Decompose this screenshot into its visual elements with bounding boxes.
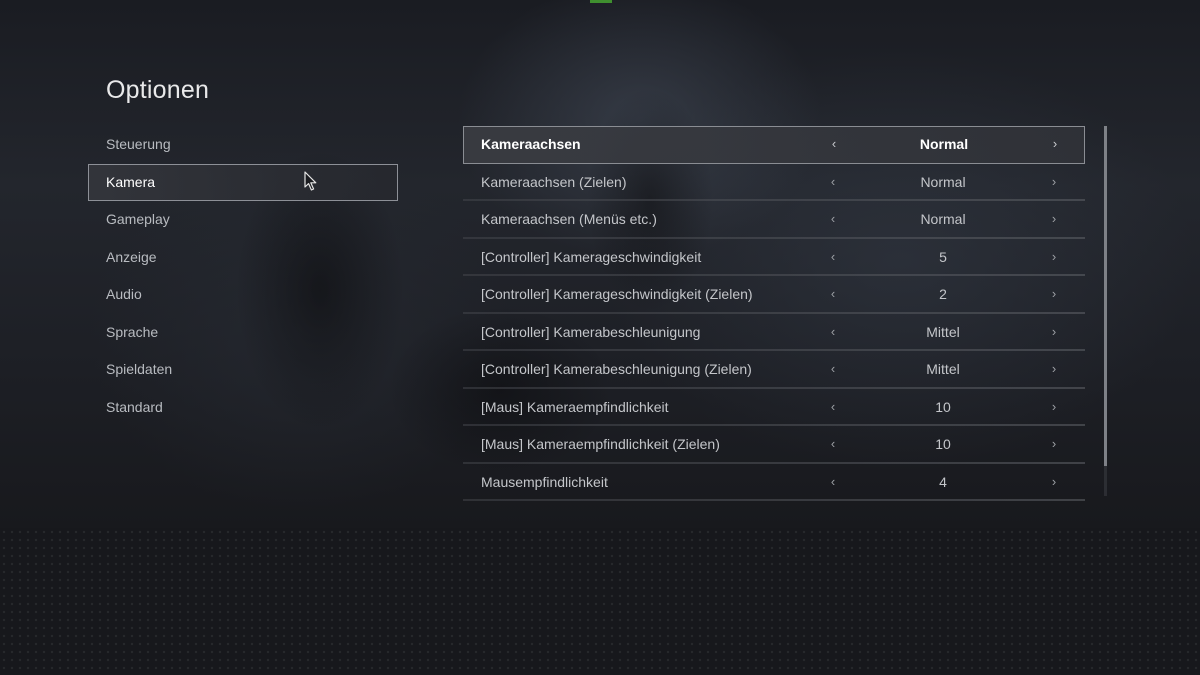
chevron-left-icon[interactable]: ‹ bbox=[825, 351, 841, 389]
setting-label: [Maus] Kameraempfindlichkeit (Zielen) bbox=[481, 436, 720, 452]
setting-label: Kameraachsen (Zielen) bbox=[481, 173, 627, 190]
setting-row-controller-kamerabeschleunigung-zielen[interactable]: [Controller] Kamerabeschleunigung (Ziele… bbox=[463, 351, 1085, 389]
chevron-right-icon[interactable]: › bbox=[1046, 164, 1062, 202]
chevron-right-icon[interactable]: › bbox=[1046, 314, 1062, 352]
menu-item-label: Steuerung bbox=[106, 136, 171, 152]
menu-item-spieldaten[interactable]: Spieldaten bbox=[88, 351, 398, 389]
menu-item-steuerung[interactable]: Steuerung bbox=[88, 126, 398, 164]
setting-label: [Controller] Kamerabeschleunigung bbox=[481, 323, 701, 340]
setting-row-kameraachsen-menues[interactable]: Kameraachsen (Menüs etc.) ‹ Normal › bbox=[463, 201, 1085, 239]
chevron-left-icon[interactable]: ‹ bbox=[825, 276, 841, 314]
menu-item-label: Spieldaten bbox=[106, 361, 173, 377]
setting-row-controller-kamerageschwindigkeit-zielen[interactable]: [Controller] Kamerageschwindigkeit (Ziel… bbox=[463, 276, 1085, 314]
chevron-right-icon[interactable]: › bbox=[1046, 426, 1062, 464]
mouse-pointer-icon bbox=[304, 171, 317, 191]
setting-label: Mausempfindlichkeit bbox=[481, 473, 608, 490]
camera-settings-list: Kameraachsen ‹ Normal › Kameraachsen (Zi… bbox=[463, 126, 1085, 501]
setting-value: Mittel bbox=[926, 323, 960, 340]
menu-item-anzeige[interactable]: Anzeige bbox=[88, 239, 398, 277]
setting-label: [Maus] Kameraempfindlichkeit bbox=[481, 398, 669, 415]
setting-value: 10 bbox=[935, 436, 951, 452]
setting-row-controller-kamerabeschleunigung[interactable]: [Controller] Kamerabeschleunigung ‹ Mitt… bbox=[463, 314, 1085, 352]
chevron-right-icon[interactable]: › bbox=[1046, 239, 1062, 277]
menu-item-gameplay[interactable]: Gameplay bbox=[88, 201, 398, 239]
menu-item-label: Standard bbox=[106, 398, 163, 415]
setting-value: Normal bbox=[919, 136, 969, 152]
setting-label: Kameraachsen (Menüs etc.) bbox=[481, 211, 657, 227]
options-category-menu: Steuerung Kamera Gameplay Anzeige Audio … bbox=[88, 126, 398, 426]
chevron-right-icon[interactable]: › bbox=[1047, 127, 1063, 163]
setting-row-mausempfindlichkeit[interactable]: Mausempfindlichkeit ‹ 4 › bbox=[463, 464, 1085, 502]
chevron-left-icon[interactable]: ‹ bbox=[825, 314, 841, 352]
dotted-floor bbox=[0, 528, 1200, 675]
setting-row-maus-kameraempfindlichkeit[interactable]: [Maus] Kameraempfindlichkeit ‹ 10 › bbox=[463, 389, 1085, 427]
chevron-right-icon[interactable]: › bbox=[1046, 276, 1062, 314]
menu-item-standard[interactable]: Standard bbox=[88, 389, 398, 427]
top-accent-marker bbox=[590, 0, 612, 3]
chevron-left-icon[interactable]: ‹ bbox=[825, 464, 841, 502]
setting-value: 4 bbox=[939, 473, 947, 490]
settings-scrollbar[interactable] bbox=[1104, 126, 1107, 496]
setting-row-maus-kameraempfindlichkeit-zielen[interactable]: [Maus] Kameraempfindlichkeit (Zielen) ‹ … bbox=[463, 426, 1085, 464]
menu-item-label: Kamera bbox=[106, 173, 156, 190]
chevron-left-icon[interactable]: ‹ bbox=[825, 389, 841, 427]
menu-item-sprache[interactable]: Sprache bbox=[88, 314, 398, 352]
chevron-left-icon[interactable]: ‹ bbox=[826, 127, 842, 163]
chevron-left-icon[interactable]: ‹ bbox=[825, 164, 841, 202]
menu-item-label: Gameplay bbox=[106, 211, 170, 227]
setting-value: Mittel bbox=[926, 361, 960, 377]
chevron-left-icon[interactable]: ‹ bbox=[825, 239, 841, 277]
options-screen: Optionen Steuerung Kamera Gameplay Anzei… bbox=[0, 0, 1200, 675]
chevron-right-icon[interactable]: › bbox=[1046, 464, 1062, 502]
setting-label: [Controller] Kamerabeschleunigung (Ziele… bbox=[481, 361, 752, 377]
setting-value: 5 bbox=[939, 248, 947, 265]
chevron-left-icon[interactable]: ‹ bbox=[825, 201, 841, 239]
setting-row-controller-kamerageschwindigkeit[interactable]: [Controller] Kamerageschwindigkeit ‹ 5 › bbox=[463, 239, 1085, 277]
chevron-right-icon[interactable]: › bbox=[1046, 201, 1062, 239]
setting-row-kameraachsen[interactable]: Kameraachsen ‹ Normal › bbox=[463, 126, 1085, 164]
page-title: Optionen bbox=[106, 76, 210, 104]
menu-item-audio[interactable]: Audio bbox=[88, 276, 398, 314]
setting-row-kameraachsen-zielen[interactable]: Kameraachsen (Zielen) ‹ Normal › bbox=[463, 164, 1085, 202]
menu-item-label: Audio bbox=[106, 286, 142, 302]
setting-value: 10 bbox=[935, 398, 951, 415]
menu-item-kamera[interactable]: Kamera bbox=[88, 163, 398, 201]
setting-value: 2 bbox=[939, 286, 947, 302]
setting-label: [Controller] Kamerageschwindigkeit bbox=[481, 248, 702, 265]
setting-label: Kameraachsen bbox=[481, 136, 581, 152]
chevron-right-icon[interactable]: › bbox=[1046, 351, 1062, 389]
chevron-right-icon[interactable]: › bbox=[1046, 389, 1062, 427]
menu-item-label: Anzeige bbox=[106, 248, 157, 265]
setting-value: Normal bbox=[920, 211, 966, 227]
chevron-left-icon[interactable]: ‹ bbox=[825, 426, 841, 464]
scrollbar-thumb[interactable] bbox=[1104, 126, 1107, 466]
menu-item-label: Sprache bbox=[106, 323, 159, 340]
setting-value: Normal bbox=[920, 173, 966, 190]
setting-label: [Controller] Kamerageschwindigkeit (Ziel… bbox=[481, 286, 753, 302]
